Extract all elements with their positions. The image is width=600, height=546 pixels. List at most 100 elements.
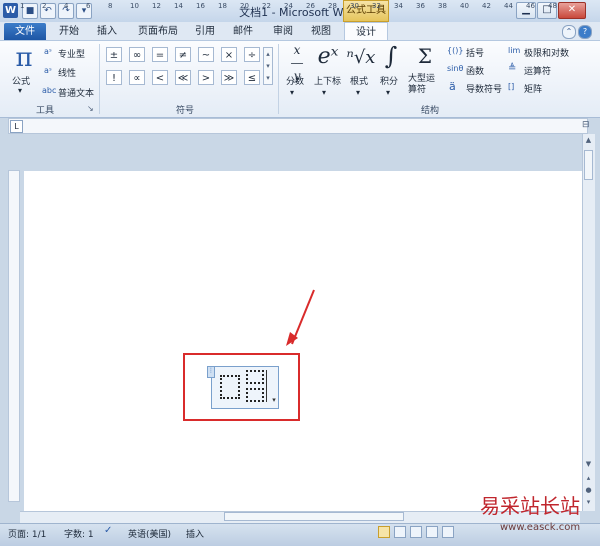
equation-dropdown-icon[interactable]: ▾: [18, 86, 22, 95]
tab-stop-selector-icon[interactable]: L: [10, 120, 23, 133]
symbol-times[interactable]: ×: [221, 47, 237, 62]
matrix-button[interactable]: 矩阵: [524, 82, 542, 95]
full-screen-view-icon[interactable]: [394, 526, 406, 538]
professional-format-button[interactable]: 专业型: [58, 47, 85, 60]
ruler-mark: 12: [152, 2, 161, 10]
tab-home[interactable]: 开始: [54, 23, 84, 40]
script-button[interactable]: 上下标: [314, 74, 341, 87]
equation-options-dropdown-icon[interactable]: ▾: [270, 396, 278, 406]
integral-button[interactable]: 积分: [380, 74, 398, 87]
view-ruler-icon[interactable]: ⊟: [582, 120, 592, 132]
select-browse-icon[interactable]: ●: [584, 486, 593, 496]
fraction-button[interactable]: 分数: [286, 74, 304, 87]
vertical-scrollbar[interactable]: [582, 134, 595, 511]
integral-icon: ∫: [384, 42, 398, 70]
radical-button[interactable]: 根式: [350, 74, 368, 87]
tools-group-label: 工具: [35, 106, 54, 116]
ruler-mark: 30: [350, 2, 359, 10]
symbol-greater-than[interactable]: >: [198, 70, 214, 85]
print-layout-view-icon[interactable]: [378, 526, 390, 538]
ruler-mark: 44: [504, 2, 513, 10]
next-page-icon[interactable]: ▾: [584, 498, 593, 508]
minimize-ribbon-icon[interactable]: ⌃: [562, 25, 576, 39]
operator-button[interactable]: 运算符: [524, 64, 551, 77]
normal-text-icon: abc: [42, 86, 57, 95]
function-icon: sinθ: [447, 64, 464, 73]
tab-references[interactable]: 引用: [190, 23, 220, 40]
ruler-mark: 26: [306, 2, 315, 10]
accent-button[interactable]: 导数符号: [466, 82, 502, 95]
tab-view[interactable]: 视图: [306, 23, 336, 40]
tab-insert[interactable]: 插入: [92, 23, 122, 40]
symbol-infinity[interactable]: ∞: [129, 47, 145, 62]
linear-format-button[interactable]: 线性: [58, 66, 76, 79]
ruler-mark: 42: [482, 2, 491, 10]
dropdown-arrow-icon[interactable]: ▾: [290, 88, 294, 97]
script-icon: eˣ: [317, 44, 339, 69]
ruler-mark: 4: [64, 2, 69, 10]
scroll-thumb[interactable]: [584, 150, 593, 180]
symbol-less-equal[interactable]: ≤: [244, 70, 260, 85]
equation-handle-icon[interactable]: ⋮: [207, 366, 215, 378]
page-count[interactable]: 页面: 1/1: [8, 527, 46, 540]
tab-review[interactable]: 审阅: [268, 23, 298, 40]
scroll-down-icon[interactable]: ▼: [584, 460, 593, 470]
accent-icon: ä: [449, 80, 456, 93]
symbol-factorial[interactable]: !: [106, 70, 122, 85]
symbol-plus-minus[interactable]: ±: [106, 47, 122, 62]
normal-text-button[interactable]: 普通文本: [58, 86, 94, 99]
word-count[interactable]: 字数: 1: [64, 527, 94, 540]
horizontal-ruler[interactable]: [8, 118, 588, 134]
superscript-placeholder[interactable]: [246, 370, 264, 384]
help-icon[interactable]: ?: [578, 25, 592, 39]
operator-icon: ≜: [508, 63, 517, 74]
group-separator: [99, 44, 100, 114]
ruler-ticks: 1 2 4 6 8 10 12 14 16 18 20 22 24 26 28 30 32 34 36 38 40 42 4…: [20, 2, 580, 14]
symbol-tilde[interactable]: ~: [198, 47, 214, 62]
insert-mode[interactable]: 插入: [186, 527, 204, 540]
symbol-much-greater[interactable]: ≫: [221, 70, 237, 85]
draft-view-icon[interactable]: [442, 526, 454, 538]
symbol-not-equal[interactable]: ≠: [175, 47, 191, 62]
dropdown-arrow-icon[interactable]: ▾: [386, 88, 390, 97]
watermark-logo: 易采站长站: [480, 494, 580, 518]
proofing-icon[interactable]: ✓: [104, 525, 118, 539]
bracket-button[interactable]: 括号: [466, 46, 484, 59]
symbol-less-than[interactable]: <: [152, 70, 168, 85]
ruler-mark: 46: [526, 2, 535, 10]
function-button[interactable]: 函数: [466, 64, 484, 77]
tab-page-layout[interactable]: 页面布局: [132, 23, 184, 40]
dropdown-arrow-icon[interactable]: ▾: [356, 88, 360, 97]
language-indicator[interactable]: 英语(美国): [128, 527, 171, 540]
tab-mailings[interactable]: 邮件: [228, 23, 258, 40]
ruler-mark: 16: [196, 2, 205, 10]
large-operator-button[interactable]: 大型运算符: [408, 74, 442, 96]
outline-view-icon[interactable]: [426, 526, 438, 538]
ruler-mark: 1: [20, 2, 25, 10]
fraction-placeholder-base[interactable]: [220, 375, 240, 399]
symbol-much-less[interactable]: ≪: [175, 70, 191, 85]
limit-log-button[interactable]: 极限和对数: [524, 46, 569, 59]
symbol-divide[interactable]: ÷: [244, 47, 260, 62]
group-dialog-launcher-icon[interactable]: ↘: [87, 104, 94, 113]
text-cursor: [266, 370, 267, 402]
horizontal-scroll-thumb[interactable]: [224, 512, 404, 521]
structures-group-label: 结构: [420, 106, 439, 116]
web-layout-view-icon[interactable]: [410, 526, 422, 538]
ruler-mark: 48: [548, 2, 557, 10]
tab-file[interactable]: 文件: [4, 23, 46, 40]
prev-page-icon[interactable]: ▴: [584, 474, 593, 484]
tab-design[interactable]: 设计: [344, 22, 388, 41]
equation-pi-icon[interactable]: π: [10, 44, 38, 72]
watermark-url: www.easck.com: [500, 522, 581, 533]
linear-format-icon: aˢ: [44, 66, 52, 75]
scroll-up-icon[interactable]: ▲: [584, 136, 593, 146]
annotation-arrow: [286, 289, 315, 346]
vertical-ruler[interactable]: [8, 170, 20, 502]
subscript-placeholder[interactable]: [246, 388, 264, 402]
ruler-mark: 14: [174, 2, 183, 10]
dropdown-arrow-icon[interactable]: ▾: [322, 88, 326, 97]
symbol-equals[interactable]: =: [152, 47, 168, 62]
symbol-proportional[interactable]: ∝: [129, 70, 145, 85]
symbol-gallery-scroll[interactable]: ▴ ▾ ▾: [263, 47, 273, 85]
